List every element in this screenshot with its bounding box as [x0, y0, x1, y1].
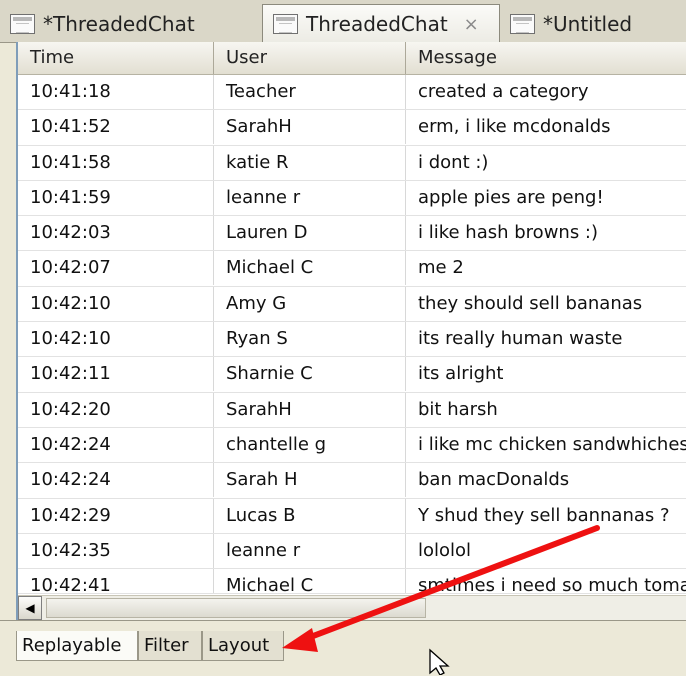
cell-message: i like hash browns :)	[406, 216, 686, 250]
cell-time: 10:42:10	[18, 286, 214, 321]
cell-time: 10:42:35	[18, 533, 214, 568]
cell-time: 10:42:03	[18, 216, 214, 251]
cell-time: 10:42:24	[18, 427, 214, 462]
tab-replayable[interactable]: Replayable	[16, 631, 138, 661]
cell-message: created a category	[406, 75, 686, 109]
cell-time: 10:42:11	[18, 357, 214, 392]
tab-label: *ThreadedChat	[43, 12, 195, 36]
tab-layout[interactable]: Layout	[202, 631, 284, 661]
tab-label: ThreadedChat	[306, 12, 448, 36]
cell-user: Sarah H	[214, 463, 406, 498]
tab-threadedchat-unsaved[interactable]: *ThreadedChat	[0, 8, 262, 40]
cell-message: its alright	[406, 357, 686, 391]
cell-message: smtimes i need so much tomato	[406, 569, 686, 593]
cell-user: SarahH	[214, 110, 406, 145]
cell-time: 10:42:29	[18, 498, 214, 533]
table-row[interactable]: 10:42:24 Sarah Hban macDonalds	[18, 463, 686, 499]
table-row[interactable]: 10:42:07 Michael Cme 2	[18, 251, 686, 287]
cell-user: Amy G	[214, 286, 406, 321]
cell-message: me 2	[406, 251, 686, 285]
document-icon	[10, 14, 35, 34]
table-row[interactable]: 10:41:52 SarahH erm, i like mcdonalds	[18, 110, 686, 146]
cell-user: katie R	[214, 145, 406, 180]
table-row[interactable]: 10:42:03 Lauren Di like hash browns :)	[18, 216, 686, 252]
cell-user: Lauren D	[214, 216, 406, 251]
cell-message: they should sell bananas	[406, 287, 686, 321]
cell-message: Y shud they sell bannanas ?	[406, 499, 686, 533]
tab-untitled[interactable]: *Untitled	[500, 8, 686, 40]
table-row[interactable]: 10:41:58 katie Ri dont :)	[18, 145, 686, 181]
cell-time: 10:42:07	[18, 251, 214, 286]
cell-time: 10:41:18	[18, 75, 214, 109]
table-body: 10:41:18 Teacher created a category 10:41:5…	[18, 75, 686, 595]
table-row[interactable]: 10:41:59 leanne r apple pies are peng!	[18, 180, 686, 217]
table-row[interactable]: 10:41:18 Teacher created a category	[18, 75, 686, 111]
cell-user: Ryan S	[214, 322, 406, 357]
cell-user: Lucas B	[214, 498, 406, 533]
table-row[interactable]: 10:42:41 Michael Csmtimes i need so much …	[18, 569, 686, 595]
bottom-view-tabs: Replayable Filter Layout	[0, 620, 686, 676]
cell-message: i like mc chicken sandwhiches	[406, 428, 686, 462]
cell-message: erm, i like mcdonalds	[406, 110, 686, 144]
cell-time: 10:41:59	[18, 180, 214, 215]
cell-time: 10:41:58	[18, 145, 214, 180]
cell-user: chantelle g	[214, 427, 406, 462]
table-row[interactable]: 10:42:10 Ryan Sits really human waste	[18, 322, 686, 358]
table-row[interactable]: 10:42:24 chantelle gi like mc chicken san…	[18, 427, 686, 464]
scroll-left-arrow-icon[interactable]: ◀	[18, 596, 42, 620]
cell-message: its really human waste	[406, 322, 686, 356]
cell-time: 10:42:20	[18, 392, 214, 427]
chat-table: Time User Message 10:41:18 Teacher created…	[16, 42, 686, 620]
horizontal-scrollbar[interactable]: ◀	[18, 595, 686, 620]
column-header-message[interactable]: Message	[406, 42, 686, 74]
cell-message: i dont :)	[406, 146, 686, 180]
table-row[interactable]: 10:42:10 Amy Gthey should sell bananas	[18, 286, 686, 323]
table-row[interactable]: 10:42:29 Lucas BY shud they sell bannanas…	[18, 498, 686, 534]
table-row[interactable]: 10:42:20 SarahH bit harsh	[18, 392, 686, 428]
cell-user: Michael C	[214, 251, 406, 286]
cell-user: leanne r	[214, 533, 406, 568]
tab-threadedchat[interactable]: ThreadedChat ×	[262, 4, 500, 43]
tab-filter[interactable]: Filter	[138, 631, 202, 661]
cell-time: 10:42:41	[18, 569, 214, 594]
cell-user: SarahH	[214, 392, 406, 427]
cell-time: 10:42:10	[18, 322, 214, 357]
cell-message: bit harsh	[406, 393, 686, 427]
editor-tab-bar: *ThreadedChat ThreadedChat × *Untitled	[0, 0, 686, 43]
tab-label: *Untitled	[543, 12, 633, 36]
cell-user: Teacher	[214, 75, 406, 109]
column-header-time[interactable]: Time	[18, 42, 214, 74]
cell-user: Michael C	[214, 569, 406, 594]
close-icon[interactable]: ×	[464, 14, 479, 35]
scrollbar-thumb[interactable]	[46, 598, 426, 618]
cell-time: 10:42:24	[18, 463, 214, 498]
cell-user: leanne r	[214, 180, 406, 215]
table-row[interactable]: 10:42:35 leanne r lololol	[18, 533, 686, 570]
document-icon	[510, 14, 535, 34]
column-header-user[interactable]: User	[214, 42, 406, 74]
cell-user: Sharnie C	[214, 357, 406, 392]
table-row[interactable]: 10:42:11 Sharnie Cits alright	[18, 357, 686, 393]
cell-message: ban macDonalds	[406, 463, 686, 497]
cell-message: apple pies are peng!	[406, 181, 686, 215]
cell-message: lololol	[406, 534, 686, 568]
cell-time: 10:41:52	[18, 110, 214, 145]
document-icon	[273, 14, 298, 34]
table-header: Time User Message	[18, 42, 686, 75]
